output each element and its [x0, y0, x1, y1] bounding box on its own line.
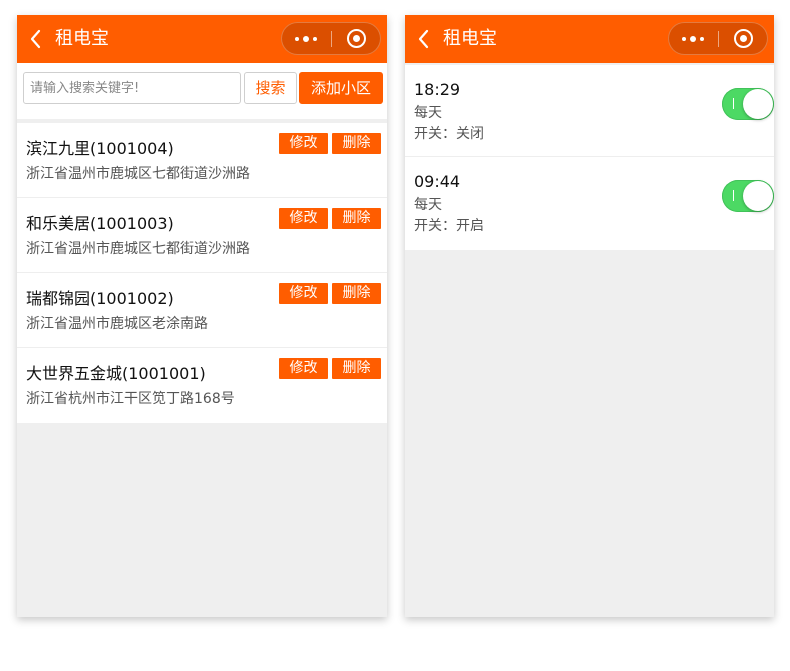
add-community-button[interactable]: 添加小区: [299, 72, 383, 104]
chevron-left-icon[interactable]: [413, 26, 435, 52]
timer-item[interactable]: 18:29 每天 开关：关闭: [405, 65, 774, 157]
community-address: 浙江省温州市鹿城区七都街道沙洲路: [26, 241, 250, 257]
timer-toggle[interactable]: [722, 180, 774, 212]
target-ring-icon: [734, 29, 753, 48]
timer-time: 09:44: [414, 172, 461, 191]
navigation-bar: 租电宝: [17, 15, 387, 63]
community-address: 浙江省温州市鹿城区老涂南路: [26, 316, 208, 332]
switch-knob: [743, 181, 773, 211]
community-address: 浙江省杭州市江干区笕丁路168号: [26, 391, 235, 407]
page-title: 租电宝: [55, 28, 109, 49]
community-list: 滨江九里(1001004) 浙江省温州市鹿城区七都街道沙洲路 修改 删除 和乐美…: [17, 123, 387, 423]
timer-time: 18:29: [414, 80, 461, 99]
community-name: 大世界五金城(1001001): [26, 364, 206, 383]
more-button[interactable]: [669, 23, 718, 54]
more-dots-icon: [682, 36, 704, 42]
search-input[interactable]: [23, 72, 241, 104]
community-address: 浙江省温州市鹿城区七都街道沙洲路: [26, 166, 250, 182]
menu-capsule: [668, 22, 768, 55]
delete-button[interactable]: 删除: [332, 133, 381, 154]
more-button[interactable]: [282, 23, 331, 54]
list-item[interactable]: 滨江九里(1001004) 浙江省温州市鹿城区七都街道沙洲路 修改 删除: [17, 123, 387, 198]
edit-button[interactable]: 修改: [279, 133, 328, 154]
page-title: 租电宝: [443, 28, 497, 49]
target-ring-icon: [347, 29, 366, 48]
community-name: 和乐美居(1001003): [26, 214, 174, 233]
timer-status: 开关：开启: [414, 218, 484, 234]
switch-on-mark: [733, 98, 734, 109]
navigation-bar: 租电宝: [405, 15, 774, 63]
timer-list: 18:29 每天 开关：关闭 09:44 每天 开关：开启: [405, 65, 774, 250]
search-button[interactable]: 搜索: [244, 72, 297, 104]
close-button[interactable]: [719, 23, 767, 54]
switch-on-mark: [733, 190, 734, 201]
menu-capsule: [281, 22, 381, 55]
edit-button[interactable]: 修改: [279, 208, 328, 229]
more-dots-icon: [295, 36, 317, 42]
timer-item[interactable]: 09:44 每天 开关：开启: [405, 157, 774, 250]
chevron-left-icon[interactable]: [25, 26, 47, 52]
search-bar: 搜索 添加小区: [17, 63, 387, 119]
timer-list-screen: 租电宝 18:29 每天 开关：关闭 09:44 每天 开关：开启: [405, 15, 774, 617]
edit-button[interactable]: 修改: [279, 283, 328, 304]
timer-repeat: 每天: [414, 197, 442, 213]
edit-button[interactable]: 修改: [279, 358, 328, 379]
list-item[interactable]: 瑞都锦园(1001002) 浙江省温州市鹿城区老涂南路 修改 删除: [17, 273, 387, 348]
close-button[interactable]: [332, 23, 380, 54]
switch-knob: [743, 89, 773, 119]
list-item[interactable]: 和乐美居(1001003) 浙江省温州市鹿城区七都街道沙洲路 修改 删除: [17, 198, 387, 273]
delete-button[interactable]: 删除: [332, 208, 381, 229]
community-name: 滨江九里(1001004): [26, 139, 174, 158]
delete-button[interactable]: 删除: [332, 358, 381, 379]
timer-repeat: 每天: [414, 105, 442, 121]
community-list-screen: 租电宝 搜索 添加小区 滨江九里(1001004) 浙江省温州市鹿城区七都街道沙…: [17, 15, 387, 617]
community-name: 瑞都锦园(1001002): [26, 289, 174, 308]
delete-button[interactable]: 删除: [332, 283, 381, 304]
timer-status: 开关：关闭: [414, 126, 484, 142]
list-item[interactable]: 大世界五金城(1001001) 浙江省杭州市江干区笕丁路168号 修改 删除: [17, 348, 387, 423]
timer-toggle[interactable]: [722, 88, 774, 120]
